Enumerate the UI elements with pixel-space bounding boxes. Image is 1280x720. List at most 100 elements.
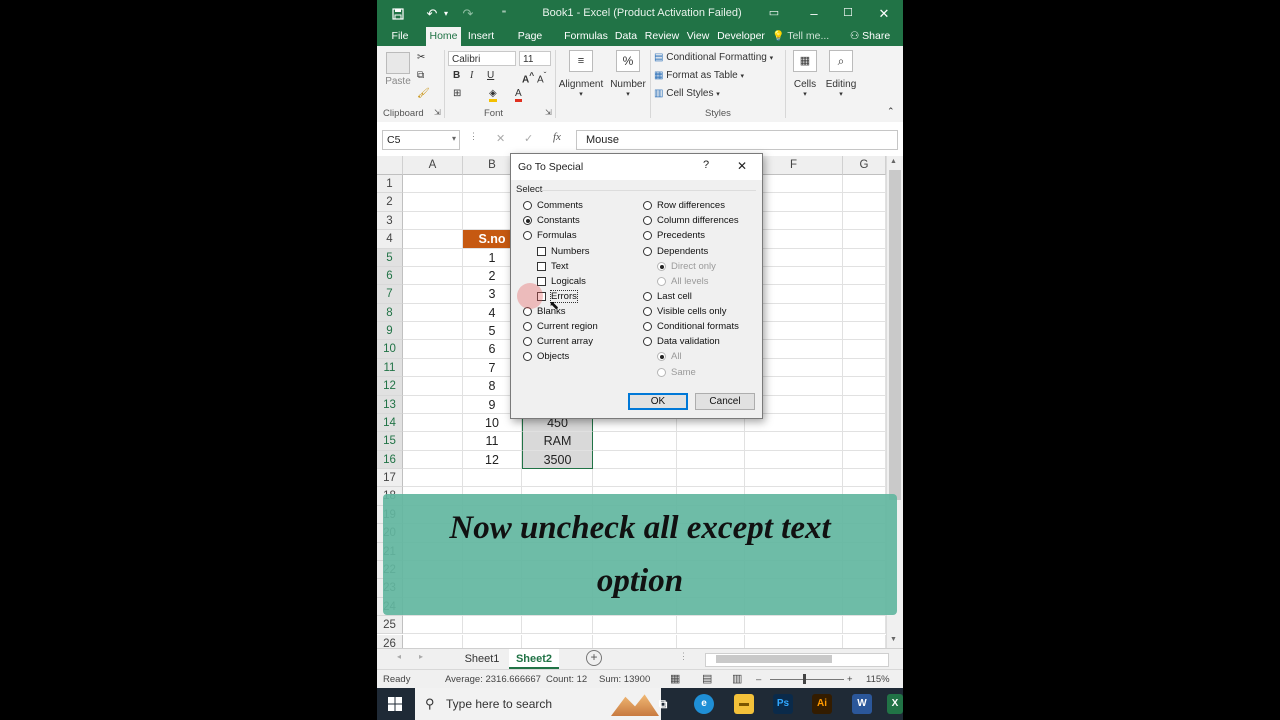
grid-cell[interactable]	[403, 395, 463, 414]
tab-split-handle-icon[interactable]: ⋮	[679, 651, 688, 662]
font-name-combo[interactable]: Calibri	[448, 51, 516, 66]
more-icon[interactable]: ⋮	[469, 131, 478, 142]
sno-cell[interactable]: 11	[463, 432, 522, 451]
windows-start-icon[interactable]	[388, 697, 402, 714]
tell-me-box[interactable]: 💡 Tell me...	[772, 27, 832, 46]
grid-cell[interactable]	[843, 248, 886, 267]
help-icon[interactable]: ?	[703, 159, 709, 171]
option-all-levels[interactable]: All levels	[657, 275, 709, 289]
grid-cell[interactable]	[403, 377, 463, 396]
tab-view[interactable]: View	[684, 27, 712, 46]
row-header[interactable]: 15	[377, 432, 403, 451]
bold-icon[interactable]: B	[453, 70, 460, 81]
horizontal-scroll-thumb[interactable]	[716, 655, 832, 663]
option-column-differences[interactable]: Column differences	[643, 214, 739, 228]
cut-icon[interactable]: ✂	[417, 52, 425, 63]
row-header[interactable]: 4	[377, 230, 403, 249]
grid-cell[interactable]	[745, 450, 843, 470]
grid-cell[interactable]	[463, 469, 522, 488]
sheet-tab-sheet1[interactable]: Sheet1	[457, 649, 507, 669]
scroll-down-icon[interactable]: ▼	[890, 636, 897, 643]
maximize-icon[interactable]: ☐	[839, 0, 857, 27]
scroll-thumb[interactable]	[889, 170, 901, 500]
cell-styles-button[interactable]: ▥ Cell Styles ▾	[654, 88, 720, 99]
sheet-tab-sheet2[interactable]: Sheet2	[509, 649, 559, 669]
grid-cell[interactable]	[843, 395, 886, 414]
page-break-view-icon[interactable]: ▥	[732, 670, 742, 689]
grid-cell[interactable]	[403, 450, 463, 470]
grid-cell[interactable]	[745, 432, 843, 451]
editing-button[interactable]: ⌕ Editing ▾	[821, 50, 861, 98]
row-header[interactable]: 11	[377, 358, 403, 378]
format-as-table-button[interactable]: ▦ Format as Table ▾	[654, 70, 744, 81]
select-all-corner[interactable]	[377, 156, 403, 175]
option-formulas[interactable]: Formulas	[523, 229, 577, 243]
grid-cell[interactable]	[843, 175, 886, 194]
checkbox-text[interactable]: Text	[537, 260, 568, 274]
zoom-in-icon[interactable]: +	[847, 670, 853, 689]
file-explorer-icon[interactable]: ▬	[734, 694, 754, 714]
scroll-up-icon[interactable]: ▲	[890, 158, 897, 165]
dialog-close-icon[interactable]: ✕	[737, 159, 747, 173]
redo-icon[interactable]: ↷	[459, 0, 477, 27]
taskbar-search[interactable]: ⚲ Type here to search	[415, 688, 661, 720]
grid-cell[interactable]	[745, 616, 843, 635]
grid-cell[interactable]	[843, 358, 886, 378]
grid-cell[interactable]	[522, 634, 593, 648]
new-sheet-icon[interactable]: +	[586, 650, 602, 666]
fill-color-icon[interactable]: ◈	[489, 88, 497, 102]
grid-cell[interactable]	[843, 285, 886, 304]
ribbon-display-icon[interactable]: ▭	[765, 0, 783, 27]
row-header[interactable]: 13	[377, 395, 403, 414]
tab-data[interactable]: Data	[613, 27, 639, 46]
grid-cell[interactable]	[403, 469, 463, 488]
option-precedents[interactable]: Precedents	[643, 229, 705, 243]
normal-view-icon[interactable]: ▦	[670, 670, 680, 689]
grid-cell[interactable]	[403, 413, 463, 433]
grid-cell[interactable]	[843, 211, 886, 231]
row-header[interactable]: 6	[377, 266, 403, 286]
grid-cell[interactable]	[843, 450, 886, 470]
grid-cell[interactable]	[843, 469, 886, 488]
column-header[interactable]: A	[403, 156, 463, 175]
option-constants[interactable]: Constants	[523, 214, 580, 228]
tab-developer[interactable]: Developer	[716, 27, 766, 46]
grid-cell[interactable]	[463, 634, 522, 648]
grid-cell[interactable]	[593, 616, 677, 635]
alignment-button[interactable]: ≡ Alignment ▾	[557, 50, 605, 98]
grid-cell[interactable]	[677, 616, 745, 635]
cancel-entry-icon[interactable]: ✕	[496, 132, 505, 145]
tab-formulas[interactable]: Formulas	[563, 27, 609, 46]
row-header[interactable]: 7	[377, 285, 403, 304]
row-header[interactable]: 26	[377, 634, 403, 648]
zoom-out-icon[interactable]: –	[756, 670, 761, 689]
formula-input[interactable]: Mouse	[576, 130, 898, 150]
grid-cell[interactable]	[843, 230, 886, 249]
close-icon[interactable]: ✕	[875, 0, 893, 27]
format-painter-icon[interactable]: 🖌	[417, 88, 430, 99]
prev-sheet-icon[interactable]: ◂	[397, 652, 401, 661]
tab-file[interactable]: File	[387, 27, 413, 46]
paste-button[interactable]: Paste	[383, 52, 413, 87]
tab-insert[interactable]: Insert	[465, 27, 497, 46]
row-header[interactable]: 2	[377, 193, 403, 212]
illustrator-icon[interactable]: Ai	[812, 694, 832, 714]
grid-cell[interactable]	[843, 340, 886, 359]
grid-cell[interactable]	[403, 358, 463, 378]
grid-cell[interactable]	[745, 469, 843, 488]
grid-cell[interactable]	[677, 432, 745, 451]
task-view-icon[interactable]: ⧉	[653, 694, 673, 714]
option-row-differences[interactable]: Row differences	[643, 199, 725, 213]
row-header[interactable]: 16	[377, 450, 403, 470]
row-header[interactable]: 1	[377, 175, 403, 194]
row-header[interactable]: 25	[377, 616, 403, 635]
row-header[interactable]: 3	[377, 211, 403, 231]
grid-cell[interactable]	[593, 450, 677, 470]
excel-taskbar-icon[interactable]: X	[887, 694, 903, 714]
option-current-region[interactable]: Current region	[523, 320, 598, 334]
item-cell[interactable]: RAM	[522, 432, 593, 451]
italic-icon[interactable]: I	[470, 70, 473, 81]
row-header[interactable]: 5	[377, 248, 403, 267]
copy-icon[interactable]: ⧉	[417, 70, 424, 81]
option-objects[interactable]: Objects	[523, 350, 569, 364]
